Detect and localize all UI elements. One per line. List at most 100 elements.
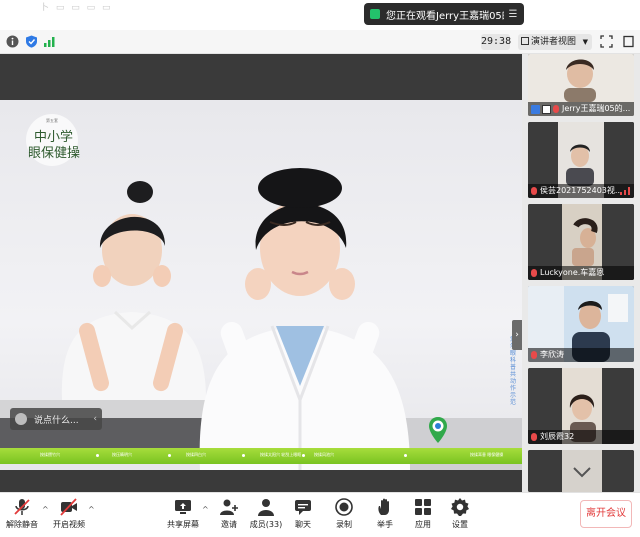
raise-hand-button[interactable]: 举手 (365, 497, 405, 535)
raise-hand-label: 举手 (377, 520, 393, 529)
chat-icon (295, 500, 311, 515)
mic-muted-icon (531, 187, 537, 195)
participant-name: 侯芸2021752403视... (540, 186, 623, 195)
info-icon[interactable] (6, 35, 19, 48)
participant-name-bar: Luckyone.车嘉恩 (528, 266, 634, 280)
record-label: 录制 (336, 520, 352, 529)
invite-button[interactable]: 邀请 (209, 497, 249, 535)
share-screen-icon (175, 500, 191, 514)
doctor-figure (199, 168, 410, 470)
participant-tile[interactable]: Luckyone.车嘉恩 (528, 204, 634, 280)
view-mode-icon (521, 37, 529, 45)
chevron-down-icon: ▼ (582, 38, 588, 46)
caption-placeholder: 说点什么... (34, 415, 79, 426)
mic-muted-icon (531, 269, 537, 277)
shield-icon[interactable] (25, 35, 38, 48)
fullscreen-icon[interactable] (600, 35, 613, 48)
meeting-controls: 解除静音 ^ 开启视频 ^ 共享屏幕 ^ 邀请 成员(33) 聊天 录制 举手 … (0, 492, 640, 537)
screen-share-banner[interactable]: 您正在观看Jerry王嘉瑞05的屏幕 ☰ (364, 3, 524, 25)
unmute-label: 解除静音 (6, 520, 38, 529)
invite-icon (220, 499, 238, 515)
audio-options-caret[interactable]: ^ (42, 505, 49, 514)
start-video-button[interactable]: 开启视频 (49, 497, 89, 535)
meeting-window: 卜 ▭ ▭ ▭ ▭ 您正在观看Jerry王嘉瑞05的屏幕 ☰ 29:38 演讲者… (0, 0, 640, 537)
view-mode-label: 演讲者视图 (531, 37, 577, 47)
girl-figure (61, 181, 206, 400)
window-mode-icon[interactable] (622, 35, 635, 48)
participant-tile[interactable]: 李欣涛 (528, 286, 634, 362)
caption-icon (15, 413, 27, 425)
caption-input[interactable]: 说点什么... ‹ (10, 408, 102, 430)
participant-gallery[interactable]: Jerry王嘉瑞05的... 侯芸2021752403视... Luckyone… (522, 54, 640, 492)
gallery-collapse-button[interactable]: › (512, 320, 522, 350)
record-icon (335, 498, 353, 516)
record-button[interactable]: 录制 (324, 497, 364, 535)
progress-tick (404, 454, 407, 457)
banner-menu-icon[interactable]: ☰ (508, 9, 518, 20)
settings-label: 设置 (452, 520, 468, 529)
share-options-caret[interactable]: ^ (202, 505, 209, 514)
progress-segment-5: 按揉风池穴 (314, 452, 334, 457)
mic-off-icon (14, 499, 30, 515)
participant-name: Luckyone.车嘉恩 (540, 268, 605, 277)
participant-name-bar: 侯芸2021752403视... (528, 184, 634, 198)
signal-strength-icon[interactable] (43, 35, 56, 48)
members-icon (258, 499, 274, 516)
progress-segment-4: 按揉太阳穴 轮刮上眼眶 (260, 452, 302, 457)
share-screen-button[interactable]: 共享屏幕 (163, 497, 203, 535)
mic-muted-icon (531, 433, 537, 441)
progress-tick (242, 454, 245, 457)
shared-screen-area: 第五套 中小学 眼保健操 眼科普共动作示范 › 说点什么... ‹ 按揉攒竹穴 … (0, 54, 522, 492)
invite-label: 邀请 (221, 520, 237, 529)
participant-tile[interactable] (528, 450, 634, 492)
video-options-caret[interactable]: ^ (88, 505, 95, 514)
share-screen-label: 共享屏幕 (167, 520, 199, 529)
progress-tick (302, 454, 305, 457)
progress-tick (168, 454, 171, 457)
members-label: 成员(33) (249, 520, 283, 529)
apps-label: 应用 (415, 520, 431, 529)
participant-tile[interactable]: Jerry王嘉瑞05的... (528, 54, 634, 116)
participant-name: Jerry王嘉瑞05的... (562, 104, 631, 113)
video-progress-bar: 按揉攒竹穴 按压睛明穴 按揉四白穴 按揉太阳穴 轮刮上眼眶 按揉风池穴 按揉耳垂… (0, 448, 522, 464)
cohost-icon (542, 104, 551, 114)
sharing-indicator-icon (370, 9, 380, 19)
location-pin-icon (429, 417, 447, 443)
progress-segment-3: 按揉四白穴 (186, 452, 206, 457)
mic-muted-icon (553, 105, 559, 113)
chevron-left-icon[interactable]: ‹ (93, 414, 97, 424)
share-banner-text: 您正在观看Jerry王嘉瑞05的屏幕 (386, 10, 504, 22)
participant-name: 刘辰霞32 (540, 432, 575, 441)
settings-button[interactable]: 设置 (440, 497, 480, 535)
apps-icon (415, 499, 431, 515)
leave-meeting-button[interactable]: 离开会议 (580, 500, 632, 528)
meeting-timer: 29:38 (481, 34, 511, 50)
chat-button[interactable]: 聊天 (283, 497, 323, 535)
mic-muted-icon (531, 351, 537, 359)
participant-video (528, 450, 634, 492)
progress-tick (96, 454, 99, 457)
members-button[interactable]: 成员(33) (246, 497, 286, 535)
host-icon (531, 104, 540, 114)
participant-name: 李欣涛 (540, 350, 564, 359)
start-video-label: 开启视频 (53, 520, 85, 529)
meeting-info-bar: 29:38 演讲者视图 ▼ (0, 30, 640, 54)
participant-name-bar: Jerry王嘉瑞05的... (528, 102, 634, 116)
progress-segment-2: 按压睛明穴 (112, 452, 132, 457)
participant-name-bar: 刘辰霞32 (528, 430, 634, 444)
gear-icon (451, 498, 469, 516)
view-mode-dropdown[interactable]: 演讲者视图 ▼ (518, 34, 592, 50)
progress-segment-6: 按揉耳垂 眼保健操 (470, 452, 504, 457)
raise-hand-icon (378, 498, 389, 515)
progress-segment-1: 按揉攒竹穴 (40, 452, 60, 457)
participant-tile[interactable]: 刘辰霞32 (528, 368, 634, 444)
apps-button[interactable]: 应用 (403, 497, 443, 535)
participant-tile[interactable]: 侯芸2021752403视... (528, 122, 634, 198)
unmute-button[interactable]: 解除静音 (2, 497, 42, 535)
signal-strength-icon (620, 187, 630, 195)
top-faint-text: 卜 ▭ ▭ ▭ ▭ (40, 3, 113, 13)
top-strip: 卜 ▭ ▭ ▭ ▭ 您正在观看Jerry王嘉瑞05的屏幕 ☰ (0, 0, 640, 30)
chat-label: 聊天 (295, 520, 311, 529)
participant-name-bar: 李欣涛 (528, 348, 634, 362)
video-off-icon (60, 498, 77, 516)
